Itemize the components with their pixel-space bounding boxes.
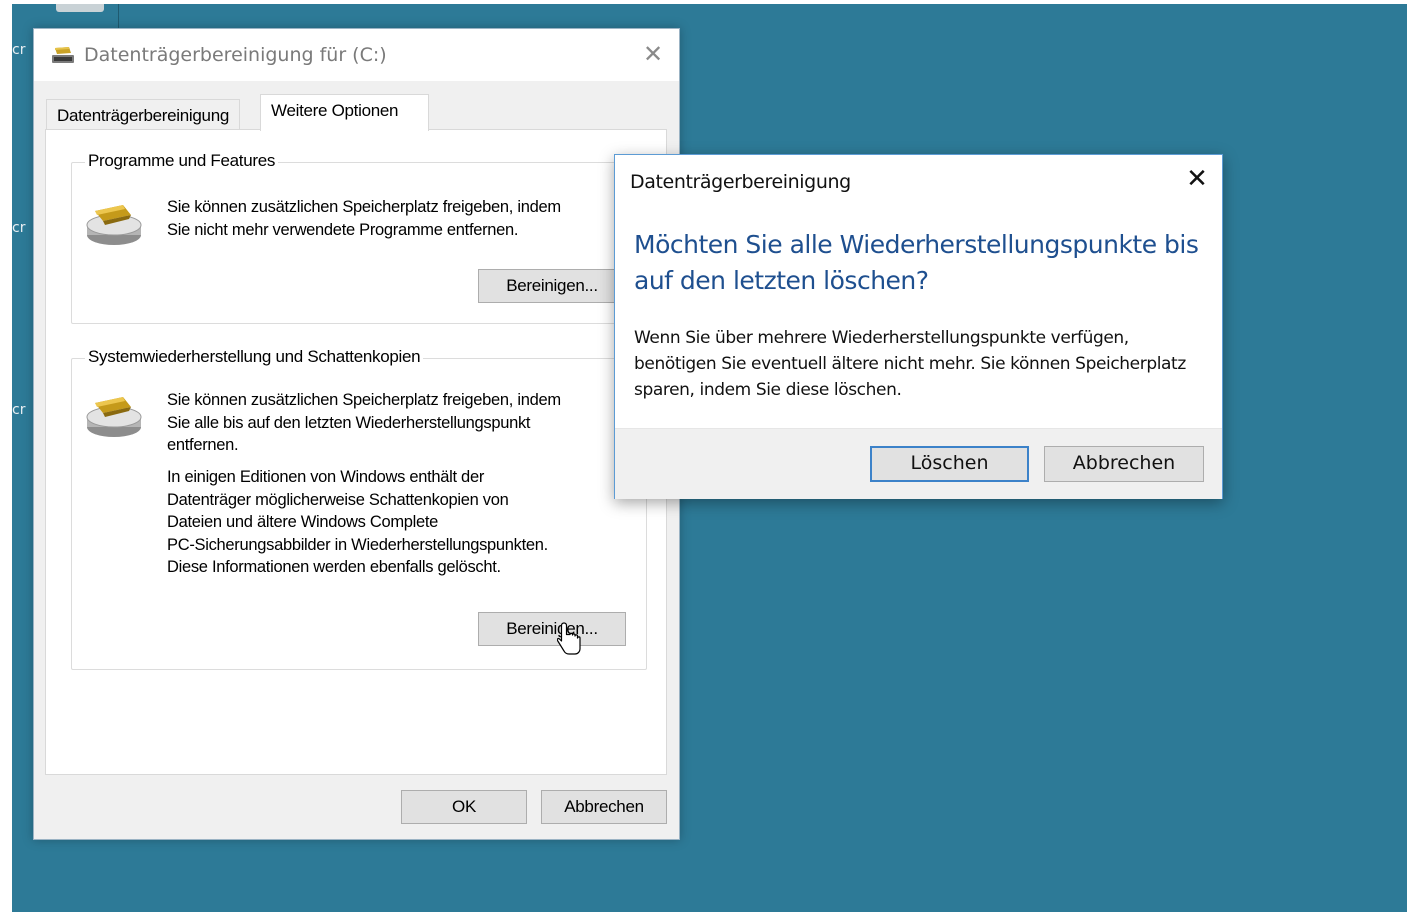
hand-cursor-icon <box>557 622 581 655</box>
group-description-details: In einigen Editionen von Windows enthält… <box>167 468 548 576</box>
disk-drive-icon <box>86 205 142 245</box>
cleanup-programs-button[interactable]: Bereinigen... <box>478 269 626 303</box>
cancel-button[interactable]: Abbrechen <box>541 790 667 824</box>
close-icon[interactable]: ✕ <box>1182 164 1212 194</box>
group-programs-features: Programme und Features Sie können zusätz… <box>71 151 647 324</box>
disk-drive-icon <box>86 397 142 437</box>
dialog-message: Wenn Sie über mehrere Wiederherstellungs… <box>634 328 1186 400</box>
desktop-icon-label-fragment: cr <box>12 220 26 236</box>
cancel-button[interactable]: Abbrechen <box>1044 446 1204 482</box>
window-title: Datenträgerbereinigung für (C:) <box>84 44 387 66</box>
group-description: Sie können zusätzlichen Speicherplatz fr… <box>167 391 561 454</box>
disk-cleanup-window: Datenträgerbereinigung für (C:) ✕ Datent… <box>33 28 680 840</box>
ok-button[interactable]: OK <box>401 790 527 824</box>
cleanup-restore-points-button[interactable]: Bereinigen... <box>478 612 626 646</box>
desktop-icon-partial[interactable] <box>56 4 104 12</box>
close-icon[interactable]: ✕ <box>639 40 667 68</box>
tab-disk-cleanup[interactable]: Datenträgerbereinigung <box>46 99 241 131</box>
group-legend: Systemwiederherstellung und Schattenkopi… <box>85 347 424 367</box>
dialog-button-bar: Löschen Abbrechen <box>615 428 1222 499</box>
group-description: Sie können zusätzlichen Speicherplatz fr… <box>167 198 561 239</box>
title-bar[interactable]: Datenträgerbereinigung für (C:) ✕ <box>34 29 679 81</box>
dialog-title: Datenträgerbereinigung <box>630 171 851 193</box>
delete-button[interactable]: Löschen <box>870 446 1029 482</box>
confirm-delete-dialog: Datenträgerbereinigung ✕ Möchten Sie all… <box>614 154 1223 499</box>
tab-more-options[interactable]: Weitere Optionen <box>260 94 429 131</box>
tab-panel-more-options: Programme und Features Sie können zusätz… <box>45 129 667 775</box>
disk-cleanup-icon <box>52 47 74 63</box>
dialog-question: Möchten Sie alle Wiederherstellungspunkt… <box>634 230 1199 295</box>
desktop-icon-label-fragment: cr <box>12 402 26 418</box>
group-legend: Programme und Features <box>85 151 279 171</box>
desktop-icon-label-fragment: cr <box>12 42 26 58</box>
